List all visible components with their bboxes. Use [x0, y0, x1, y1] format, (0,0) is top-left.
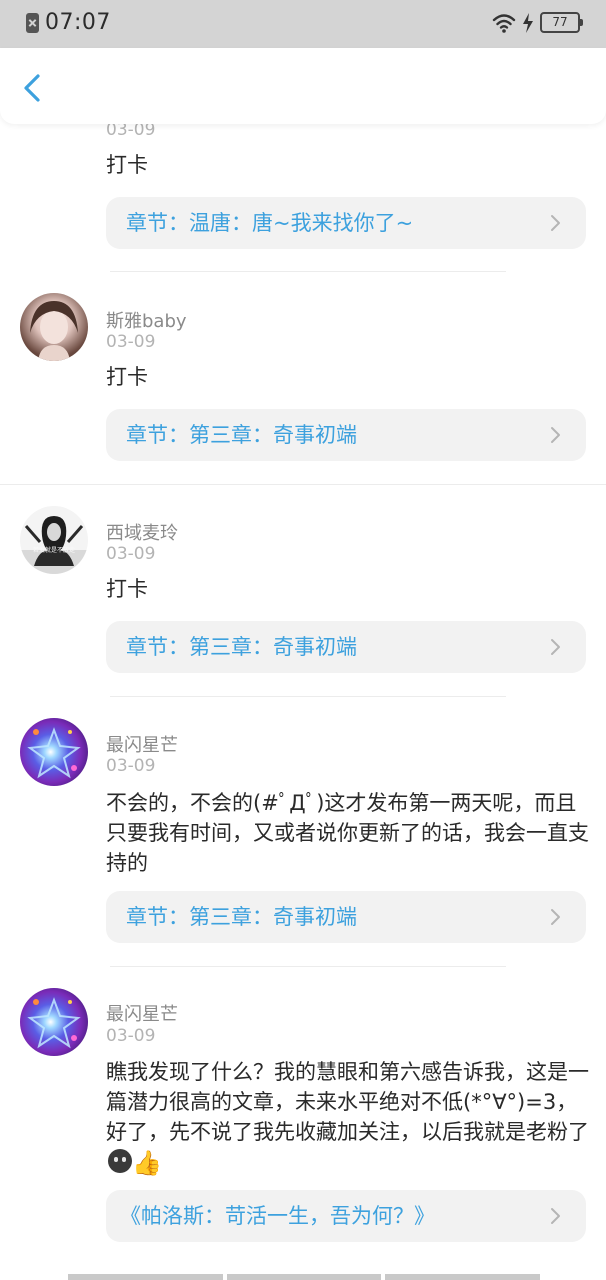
chapter-link[interactable]: 章节：第三章：奇事初端 — [106, 621, 586, 673]
bottom-bar-edge — [68, 1274, 541, 1280]
comment-username[interactable]: 最闪星芒 — [106, 731, 178, 757]
chapter-link[interactable]: 章节：第三章：奇事初端 — [106, 891, 586, 943]
chevron-right-icon — [551, 909, 560, 925]
avatar[interactable] — [20, 988, 88, 1056]
chevron-right-icon — [551, 1208, 560, 1224]
comment-username[interactable]: 斯雅baby — [106, 307, 187, 333]
avatar[interactable] — [20, 293, 88, 361]
comment-text: 打卡 — [106, 153, 148, 177]
status-time: 07:07 — [45, 10, 111, 35]
chapter-link-label: 《帕洛斯：苛活一生，吾为何？》 — [120, 1204, 435, 1228]
divider — [110, 696, 506, 697]
chevron-right-icon — [551, 215, 560, 231]
chapter-link[interactable]: 章节：第三章：奇事初端 — [106, 409, 586, 461]
avatar-image — [30, 301, 78, 361]
divider — [0, 484, 606, 485]
chapter-link-label: 章节：第三章：奇事初端 — [126, 423, 357, 447]
comment-text-body: 瞧我发现了什么？我的慧眼和第六感告诉我，这是一篇潜力很高的文章，未来水平绝对不低… — [106, 1060, 589, 1144]
comment-text: 不会的，不会的(#ﾟДﾟ)这才发布第一两天呢，而且只要我有时间，又或者说你更新了… — [106, 791, 589, 875]
chapter-link[interactable]: 《帕洛斯：苛活一生，吾为何？》 — [106, 1190, 586, 1242]
divider — [110, 966, 506, 967]
thumbs-up-icon: 👍 — [132, 1149, 162, 1177]
comment-text: 打卡 — [106, 577, 148, 601]
avatar[interactable]: 若爱就是不放走 — [20, 506, 88, 574]
avatar-image — [27, 997, 81, 1049]
comment-date: 03-09 — [106, 544, 156, 564]
chevron-right-icon — [551, 639, 560, 655]
comment-username[interactable]: 西域麦玲 — [106, 519, 178, 545]
status-bar: 07:07 77 — [0, 0, 606, 48]
charging-bolt-icon — [523, 12, 533, 33]
no-sim-icon — [26, 12, 39, 33]
comment-text: 瞧我发现了什么？我的慧眼和第六感告诉我，这是一篇潜力很高的文章，未来水平绝对不低… — [106, 1057, 590, 1178]
chapter-link[interactable]: 章节：温唐：唐~我来找你了~ — [106, 197, 586, 249]
wifi-icon — [492, 13, 516, 33]
divider — [110, 271, 506, 272]
chapter-link-label: 章节：第三章：奇事初端 — [126, 905, 357, 929]
nav-header — [0, 48, 606, 124]
comment-date: 03-09 — [106, 756, 156, 776]
battery-icon: 77 — [540, 12, 583, 33]
comment-list: 03-09 打卡 章节：温唐：唐~我来找你了~ 斯雅baby 03-09 打卡 … — [0, 0, 606, 1280]
back-button[interactable] — [14, 68, 54, 108]
avatar[interactable] — [20, 718, 88, 786]
avatar-caption: 若爱就是不放走 — [32, 547, 75, 554]
chevron-right-icon — [551, 427, 560, 443]
smiling-face-icon — [108, 1149, 132, 1173]
chevron-left-icon — [24, 74, 40, 102]
comment-date: 03-09 — [106, 332, 156, 352]
chapter-link-label: 章节：温唐：唐~我来找你了~ — [126, 211, 414, 235]
comment-username[interactable]: 最闪星芒 — [106, 1000, 178, 1026]
comment-date: 03-09 — [106, 1026, 156, 1046]
avatar-image — [27, 727, 81, 779]
chapter-link-label: 章节：第三章：奇事初端 — [126, 635, 357, 659]
comment-text: 打卡 — [106, 365, 148, 389]
avatar-image — [20, 516, 88, 574]
